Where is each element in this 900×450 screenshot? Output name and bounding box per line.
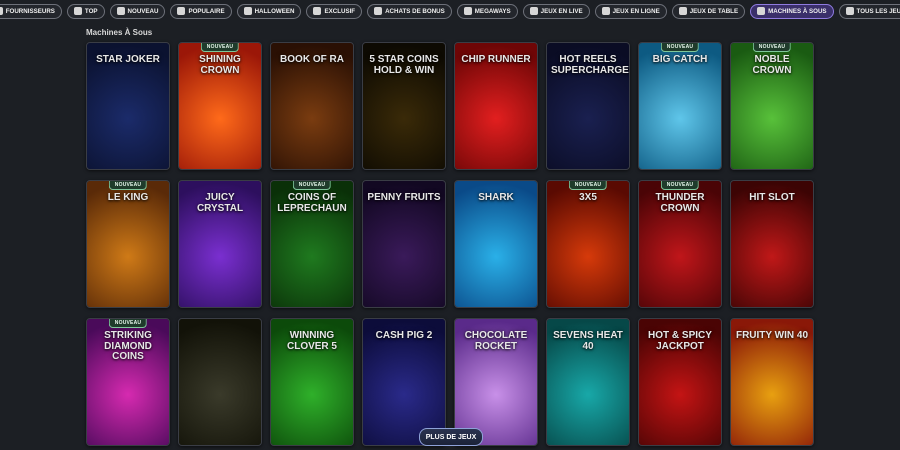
filter-fournisseurs[interactable]: FOURNISSEURS bbox=[0, 3, 62, 19]
game-tile[interactable]: SEVENS HEAT 40 bbox=[546, 318, 630, 446]
game-artwork bbox=[179, 319, 261, 445]
filter-label: POPULAIRE bbox=[188, 7, 225, 15]
online-icon bbox=[601, 7, 610, 15]
game-title: PENNY FRUITS bbox=[367, 192, 441, 203]
filter-halloween[interactable]: HALLOWEEN bbox=[236, 3, 302, 19]
slot-icon bbox=[757, 7, 766, 15]
game-tile[interactable]: 3X5 NOUVEAU bbox=[546, 180, 630, 308]
game-tile[interactable]: HOT & SPICY JACKPOT bbox=[638, 318, 722, 446]
filter-jeux-en-live[interactable]: JEUX EN LIVE bbox=[522, 3, 590, 19]
game-tile[interactable]: BIG CATCH NOUVEAU bbox=[638, 42, 722, 170]
new-badge: NOUVEAU bbox=[752, 43, 792, 52]
game-title: BOOK OF RA bbox=[280, 54, 344, 65]
filter-top[interactable]: TOP bbox=[66, 3, 105, 19]
game-tile[interactable]: WINNING CLOVER 5 bbox=[270, 318, 354, 446]
game-tile[interactable]: PENNY FRUITS bbox=[362, 180, 446, 308]
game-tile[interactable]: COINS OF LEPRECHAUN NOUVEAU bbox=[270, 180, 354, 308]
filter-label: TOP bbox=[84, 7, 98, 15]
lightning-icon bbox=[116, 7, 125, 15]
diamond-icon bbox=[313, 7, 322, 15]
game-tile[interactable]: SHARK bbox=[454, 180, 538, 308]
new-badge: NOUVEAU bbox=[660, 43, 700, 52]
new-badge: NOUVEAU bbox=[292, 181, 332, 190]
new-badge: NOUVEAU bbox=[108, 319, 148, 328]
filter-jeux-de-table[interactable]: JEUX DE TABLE bbox=[671, 3, 746, 19]
category-filter-bar: FOURNISSEURS TOP NOUVEAU POPULAIRE HALLOWEEN… bbox=[0, 0, 900, 22]
game-tile[interactable]: CASH PIG 2 bbox=[362, 318, 446, 446]
section-title: Machines À Sous bbox=[86, 28, 153, 37]
game-title: COINS OF LEPRECHAUN bbox=[277, 192, 347, 214]
table-icon bbox=[678, 7, 687, 15]
filter-populaire[interactable]: POPULAIRE bbox=[170, 3, 232, 19]
game-title: SHINING CROWN bbox=[199, 54, 241, 76]
game-title: BIG CATCH bbox=[652, 54, 708, 65]
filter-label: NOUVEAU bbox=[127, 7, 159, 15]
game-title: STRIKING DIAMOND COINS bbox=[104, 330, 152, 362]
game-tile[interactable]: SHINING CROWN NOUVEAU bbox=[178, 42, 262, 170]
game-title: STAR JOKER bbox=[96, 54, 160, 65]
game-tile[interactable] bbox=[178, 318, 262, 446]
game-title: HOT REELS SUPERCHARGED bbox=[551, 54, 630, 76]
filter-label: FOURNISSEURS bbox=[5, 7, 55, 15]
filter-label: HALLOWEEN bbox=[254, 7, 295, 15]
filter-tous-les-jeux[interactable]: TOUS LES JEUX bbox=[838, 3, 900, 19]
providers-icon bbox=[0, 7, 3, 15]
game-title: CASH PIG 2 bbox=[375, 330, 433, 341]
game-tile[interactable]: BOOK OF RA bbox=[270, 42, 354, 170]
games-grid: STAR JOKER SHINING CROWN NOUVEAU BOOK OF RA… bbox=[86, 42, 814, 446]
megaways-icon bbox=[463, 7, 472, 15]
game-title: SEVENS HEAT 40 bbox=[553, 330, 623, 352]
more-games-button[interactable]: PLUS DE JEUX bbox=[419, 428, 483, 446]
new-badge: NOUVEAU bbox=[660, 181, 700, 190]
filter-label: EXCLUSIF bbox=[324, 7, 356, 15]
filter-exclusif[interactable]: EXCLUSIF bbox=[306, 3, 363, 19]
game-title: JUICY CRYSTAL bbox=[196, 192, 244, 214]
game-title: LE KING bbox=[107, 192, 149, 203]
trophy-icon bbox=[73, 7, 82, 15]
filter-label: MEGAWAYS bbox=[474, 7, 511, 15]
game-title: THUNDER CROWN bbox=[655, 192, 705, 214]
game-tile[interactable]: CHIP RUNNER bbox=[454, 42, 538, 170]
filter-label: ACHATS DE BONUS bbox=[385, 7, 445, 15]
filter-megaways[interactable]: MEGAWAYS bbox=[456, 3, 518, 19]
filter-achats-de-bonus[interactable]: ACHATS DE BONUS bbox=[367, 3, 452, 19]
game-tile[interactable]: JUICY CRYSTAL bbox=[178, 180, 262, 308]
game-title: HOT & SPICY JACKPOT bbox=[648, 330, 712, 352]
filter-label: JEUX EN LIGNE bbox=[612, 7, 660, 15]
filter-label: TOUS LES JEUX bbox=[856, 7, 900, 15]
game-tile[interactable]: FRUITY WIN 40 bbox=[730, 318, 814, 446]
filter-label: JEUX EN LIVE bbox=[540, 7, 583, 15]
game-title: 3X5 bbox=[579, 192, 597, 203]
game-title: HIT SLOT bbox=[749, 192, 795, 203]
filter-machines-sous[interactable]: MACHINES À SOUS bbox=[750, 3, 834, 19]
game-tile[interactable]: STAR JOKER bbox=[86, 42, 170, 170]
game-tile[interactable]: CHOCOLATE ROCKET bbox=[454, 318, 538, 446]
game-title: NOBLE CROWN bbox=[752, 54, 792, 76]
game-title: CHOCOLATE ROCKET bbox=[464, 330, 528, 352]
game-title: SHARK bbox=[478, 192, 514, 203]
game-title: FRUITY WIN 40 bbox=[735, 330, 809, 341]
filter-label: JEUX DE TABLE bbox=[689, 7, 739, 15]
bonus-icon bbox=[374, 7, 383, 15]
filter-label: MACHINES À SOUS bbox=[768, 7, 827, 15]
pumpkin-icon bbox=[243, 7, 252, 15]
new-badge: NOUVEAU bbox=[108, 181, 148, 190]
game-title: WINNING CLOVER 5 bbox=[286, 330, 337, 352]
game-title: CHIP RUNNER bbox=[461, 54, 531, 65]
game-tile[interactable]: THUNDER CROWN NOUVEAU bbox=[638, 180, 722, 308]
filter-jeux-en-ligne[interactable]: JEUX EN LIGNE bbox=[594, 3, 667, 19]
game-tile[interactable]: HOT REELS SUPERCHARGED bbox=[546, 42, 630, 170]
all-games-icon bbox=[845, 7, 854, 15]
thumbs-up-icon bbox=[177, 7, 186, 15]
game-tile[interactable]: LE KING NOUVEAU bbox=[86, 180, 170, 308]
game-tile[interactable]: HIT SLOT bbox=[730, 180, 814, 308]
game-title: 5 STAR COINS HOLD & WIN bbox=[369, 54, 439, 76]
game-tile[interactable]: STRIKING DIAMOND COINS NOUVEAU bbox=[86, 318, 170, 446]
new-badge: NOUVEAU bbox=[568, 181, 608, 190]
filter-nouveau[interactable]: NOUVEAU bbox=[109, 3, 166, 19]
game-tile[interactable]: NOBLE CROWN NOUVEAU bbox=[730, 42, 814, 170]
live-icon bbox=[529, 7, 538, 15]
new-badge: NOUVEAU bbox=[200, 43, 240, 52]
game-tile[interactable]: 5 STAR COINS HOLD & WIN bbox=[362, 42, 446, 170]
